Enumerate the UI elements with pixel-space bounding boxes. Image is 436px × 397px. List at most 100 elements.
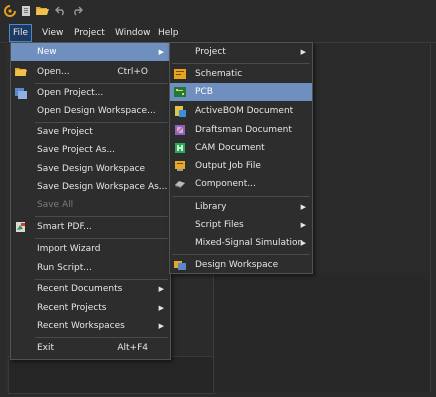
menu-item-import-wizard-label: Import Wizard: [37, 244, 101, 254]
draftsman-icon: [174, 124, 186, 136]
menu-item-run-script[interactable]: Run Script...: [11, 259, 170, 277]
menu-separator: [172, 254, 310, 255]
menu-view-label: View: [42, 28, 64, 38]
menu-item-open-design-workspace-label: Open Design Workspace...: [37, 106, 156, 116]
menu-file[interactable]: File: [8, 24, 33, 42]
menu-item-save-design-workspace-as-label: Save Design Workspace As...: [37, 182, 168, 192]
menu-help[interactable]: Help: [155, 25, 182, 41]
submenu-arrow-icon: ▶: [300, 48, 306, 56]
menu-item-import-wizard[interactable]: Import Wizard: [11, 240, 170, 258]
submenu-item-project[interactable]: Project ▶: [170, 43, 312, 61]
menu-item-save-design-workspace-label: Save Design Workspace: [37, 164, 146, 174]
menu-separator: [35, 337, 168, 338]
menu-item-smart-pdf[interactable]: Smart PDF...: [11, 218, 170, 236]
submenu-arrow-icon: ▶: [300, 221, 306, 229]
menu-item-open-project[interactable]: Open Project...: [11, 84, 170, 102]
new-document-icon[interactable]: [20, 4, 33, 17]
submenu-item-script-files-label: Script Files: [195, 220, 244, 230]
submenu-arrow-icon: ▶: [300, 203, 306, 211]
output-job-icon: [174, 160, 186, 172]
submenu-item-pcb[interactable]: PCB: [170, 83, 312, 101]
submenu-arrow-icon: ▶: [158, 304, 164, 312]
right-border: [430, 44, 431, 392]
menu-window[interactable]: Window: [112, 25, 154, 41]
menu-item-exit-shortcut: Alt+F4: [117, 343, 148, 353]
open-folder-icon[interactable]: [36, 4, 49, 17]
project-icon: [15, 87, 27, 99]
menu-item-save-all-label: Save All: [37, 200, 74, 210]
component-icon: [174, 178, 186, 190]
menu-item-open-shortcut: Ctrl+O: [117, 67, 148, 77]
menu-bar: File View Project Window Help: [0, 24, 436, 43]
submenu-item-library-label: Library: [195, 202, 227, 212]
submenu-item-component-label: Component...: [195, 179, 256, 189]
submenu-item-cam-label: CAM Document: [195, 143, 265, 153]
submenu-item-project-label: Project: [195, 47, 226, 57]
menu-item-new[interactable]: New ▶: [11, 43, 170, 61]
submenu-item-output-job[interactable]: Output Job File: [170, 157, 312, 175]
submenu-item-mixed-signal[interactable]: Mixed-Signal Simulation ▶: [170, 234, 312, 252]
submenu-arrow-icon: ▶: [158, 322, 164, 330]
menu-item-recent-workspaces[interactable]: Recent Workspaces ▶: [11, 317, 170, 335]
menu-separator: [172, 63, 310, 64]
menu-view[interactable]: View: [39, 25, 66, 41]
submenu-arrow-icon: ▶: [158, 48, 164, 56]
cam-icon: [174, 142, 186, 154]
menu-help-label: Help: [158, 28, 179, 38]
new-submenu: Project ▶ Schematic PCB ActiveBOM Docume…: [169, 42, 313, 274]
menu-item-exit-label: Exit: [37, 343, 55, 353]
menu-item-open[interactable]: Open... Ctrl+O: [11, 63, 170, 81]
panel-area: [8, 356, 215, 394]
title-bar: [0, 0, 436, 22]
schematic-icon: [174, 68, 186, 80]
submenu-item-mixed-signal-label: Mixed-Signal Simulation: [195, 238, 304, 248]
menu-item-save-design-workspace[interactable]: Save Design Workspace: [11, 160, 170, 178]
submenu-item-output-job-label: Output Job File: [195, 161, 261, 171]
app-logo-icon: [3, 4, 16, 17]
submenu-item-pcb-label: PCB: [195, 87, 213, 97]
undo-icon[interactable]: [54, 4, 67, 17]
menu-file-label: File: [13, 28, 29, 38]
menu-project-label: Project: [74, 28, 105, 38]
menu-item-save-project[interactable]: Save Project: [11, 123, 170, 141]
redo-icon[interactable]: [70, 4, 83, 17]
submenu-item-design-workspace-label: Design Workspace: [195, 260, 279, 270]
submenu-item-library[interactable]: Library ▶: [170, 198, 312, 216]
design-workspace-icon: [174, 259, 186, 271]
menu-project[interactable]: Project: [71, 25, 108, 41]
menu-item-recent-projects[interactable]: Recent Projects ▶: [11, 299, 170, 317]
submenu-item-schematic[interactable]: Schematic: [170, 65, 312, 83]
submenu-arrow-icon: ▶: [300, 239, 306, 247]
menu-item-save-project-as[interactable]: Save Project As...: [11, 141, 170, 159]
submenu-item-design-workspace[interactable]: Design Workspace: [170, 256, 312, 274]
menu-item-save-project-label: Save Project: [37, 127, 93, 137]
menu-separator: [35, 216, 168, 217]
smart-pdf-icon: [15, 221, 27, 233]
menu-item-save-project-as-label: Save Project As...: [37, 145, 116, 155]
menu-item-open-label: Open...: [37, 67, 70, 77]
menu-item-save-all: Save All: [11, 196, 170, 214]
pcb-icon: [174, 86, 186, 98]
submenu-item-draftsman[interactable]: Draftsman Document: [170, 121, 312, 139]
menu-separator: [35, 238, 168, 239]
file-menu: New ▶ Open... Ctrl+O Open Project... Ope…: [10, 42, 171, 360]
open-folder-icon: [15, 66, 27, 78]
activebom-icon: [174, 105, 186, 117]
submenu-item-script-files[interactable]: Script Files ▶: [170, 216, 312, 234]
submenu-item-component[interactable]: Component...: [170, 175, 312, 193]
menu-item-run-script-label: Run Script...: [37, 263, 92, 273]
menu-item-exit[interactable]: Exit Alt+F4: [11, 339, 170, 357]
menu-window-label: Window: [115, 28, 151, 38]
submenu-item-activebom[interactable]: ActiveBOM Document: [170, 102, 312, 120]
menu-item-smart-pdf-label: Smart PDF...: [37, 222, 92, 232]
submenu-arrow-icon: ▶: [158, 285, 164, 293]
menu-item-recent-documents[interactable]: Recent Documents ▶: [11, 280, 170, 298]
menu-item-open-design-workspace[interactable]: Open Design Workspace...: [11, 102, 170, 120]
menu-item-open-project-label: Open Project...: [37, 88, 104, 98]
submenu-item-cam[interactable]: CAM Document: [170, 139, 312, 157]
submenu-item-schematic-label: Schematic: [195, 69, 243, 79]
menu-separator: [172, 196, 310, 197]
menu-item-recent-documents-label: Recent Documents: [37, 284, 123, 294]
menu-item-save-design-workspace-as[interactable]: Save Design Workspace As...: [11, 178, 170, 196]
menu-item-new-label: New: [37, 47, 57, 57]
